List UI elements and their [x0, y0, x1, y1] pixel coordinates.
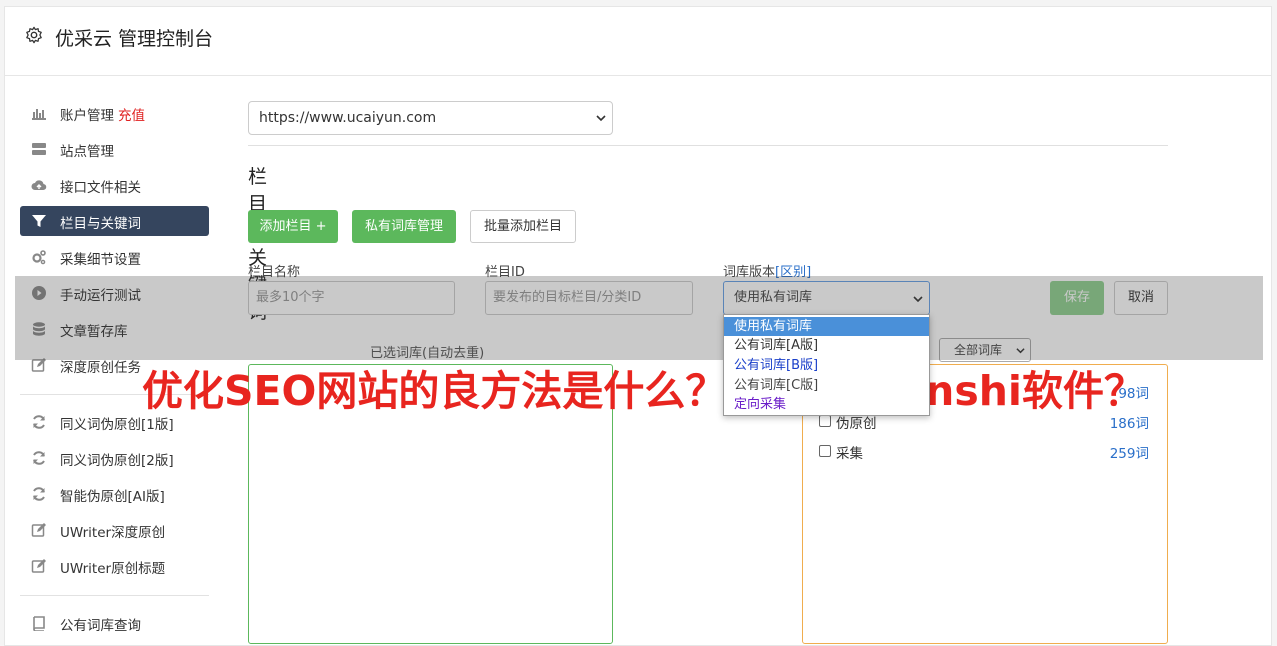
page-title: 优采云 管理控制台: [55, 28, 214, 50]
bar-chart-icon: [32, 109, 46, 120]
sidebar-item-label: 栏目与关键词: [60, 216, 141, 232]
sidebar-item-collect-settings[interactable]: 采集细节设置: [20, 242, 209, 272]
private-dict-button[interactable]: 私有词库管理: [352, 210, 456, 243]
refresh-icon: [33, 487, 45, 501]
book-icon: [33, 616, 45, 631]
dropdown-option[interactable]: 公有词库[B版]: [724, 356, 929, 375]
site-select[interactable]: https://www.ucaiyun.com: [248, 101, 613, 135]
sidebar-item-label: 接口文件相关: [60, 180, 141, 196]
dropdown-option[interactable]: 使用私有词库: [724, 317, 929, 336]
sidebar-item-ai-original[interactable]: 智能伪原创[AI版]: [20, 479, 209, 509]
sidebar-item-label: UWriter原创标题: [60, 561, 166, 577]
sidebar-item-label: 智能伪原创[AI版]: [60, 489, 165, 505]
edit-icon: [31, 523, 46, 537]
sidebar-item-interface[interactable]: 接口文件相关: [20, 170, 209, 200]
cogs-icon: [32, 250, 46, 265]
dict-version-dropdown[interactable]: 使用私有词库 公有词库[A版] 公有词库[B版] 公有词库[C版] 定向采集: [723, 314, 930, 416]
sidebar-item-label: 站点管理: [60, 144, 114, 160]
recharge-link[interactable]: 充值: [118, 108, 145, 124]
batch-add-button[interactable]: 批量添加栏目: [470, 210, 576, 243]
dropdown-option[interactable]: 定向采集: [724, 395, 929, 414]
chevron-down-icon: [596, 115, 606, 122]
dropdown-option[interactable]: 公有词库[A版]: [724, 336, 929, 355]
sidebar-item-columns[interactable]: 栏目与关键词: [20, 206, 209, 236]
gear-icon: [26, 26, 42, 44]
filter-icon: [32, 215, 46, 227]
sidebar-item-label: 采集细节设置: [60, 252, 141, 268]
sidebar-item-account[interactable]: 账户管理 充值: [20, 98, 209, 128]
sidebar-item-uwriter-title[interactable]: UWriter原创标题: [20, 551, 209, 581]
dim-overlay: [15, 276, 1263, 360]
sidebar-item-sites[interactable]: 站点管理: [20, 134, 209, 164]
site-select-value: https://www.ucaiyun.com: [259, 110, 437, 126]
dict-name: 采集: [836, 446, 863, 462]
sidebar-item-public-dict[interactable]: 公有词库查询: [20, 608, 209, 638]
sidebar-item-synonym-v2[interactable]: 同义词伪原创[2版]: [20, 443, 209, 473]
dict-checkbox[interactable]: [819, 445, 831, 457]
refresh-icon: [33, 415, 45, 429]
watermark-text: 优化SEO网站的良方法是什么？什么是Dianshi软件？: [142, 367, 1145, 415]
dict-count: 259词: [1109, 446, 1149, 462]
sidebar-item-uwriter-deep[interactable]: UWriter深度原创: [20, 515, 209, 545]
dict-row[interactable]: 采集 259词: [819, 442, 1149, 462]
sidebar-divider: [20, 595, 209, 596]
dropdown-option[interactable]: 公有词库[C版]: [724, 376, 929, 395]
header: 优采云 管理控制台: [5, 7, 1271, 76]
sidebar-item-label: 同义词伪原创[2版]: [60, 453, 174, 469]
sidebar-item-label: 公有词库查询: [60, 618, 141, 634]
section-divider: [248, 145, 1168, 146]
edit-icon: [31, 559, 46, 573]
sidebar-item-label: 账户管理: [60, 108, 114, 124]
cloud-upload-icon: [31, 180, 47, 191]
refresh-icon: [33, 451, 45, 465]
add-column-button[interactable]: 添加栏目 +: [248, 210, 338, 243]
server-icon: [32, 143, 46, 155]
sidebar-item-label: UWriter深度原创: [60, 525, 166, 541]
